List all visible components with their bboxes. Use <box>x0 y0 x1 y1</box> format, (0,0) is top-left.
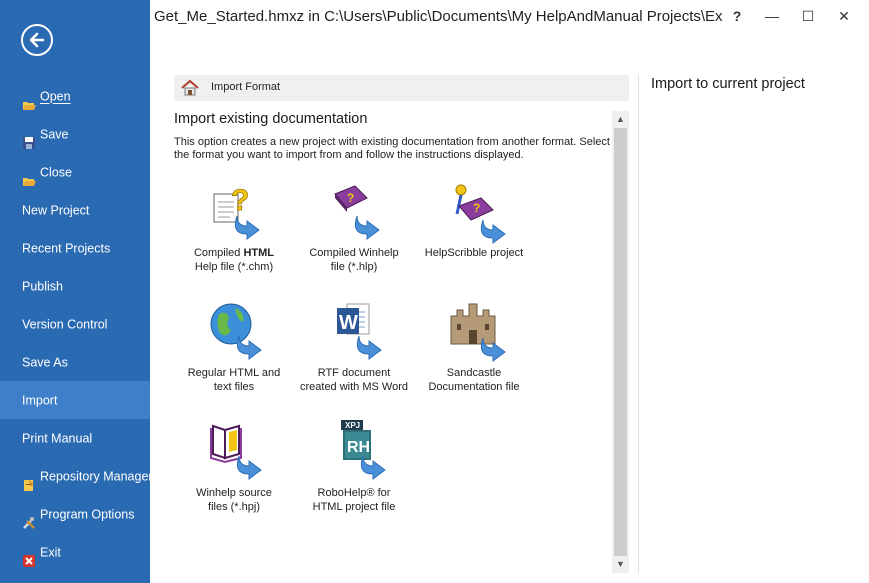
sidebar-item-new-project[interactable]: New Project <box>0 191 150 229</box>
format-robohelp[interactable]: XPJ RH RoboHelp® for HTML project file <box>294 418 414 514</box>
svg-text:W: W <box>339 312 358 334</box>
right-panel-title: Import to current project <box>651 76 805 92</box>
sidebar-item-print-manual[interactable]: Print Manual <box>0 419 150 457</box>
help-button[interactable]: ? <box>720 0 754 32</box>
chm-label-line1: Compiled <box>193 247 244 259</box>
helpscribble-label: HelpScribble project <box>424 247 524 259</box>
scroll-up-icon[interactable]: ▲ <box>612 111 629 128</box>
sidebar-item-import[interactable]: Import <box>0 381 150 419</box>
chm-label-bold: HTML <box>243 247 275 259</box>
hlp-label-line1: Compiled Winhelp <box>309 247 399 259</box>
panel-divider <box>638 75 639 573</box>
hlp-label-line2: file (*.hlp) <box>330 261 378 273</box>
svg-text:?: ? <box>473 201 480 215</box>
format-html[interactable]: Regular HTML and text files <box>174 298 294 394</box>
scroll-down-icon[interactable]: ▼ <box>612 556 629 573</box>
helpscribble-icon: ? <box>439 178 509 244</box>
html-label-line2: text files <box>213 381 255 393</box>
robohelp-icon: XPJ RH <box>319 418 389 484</box>
back-button[interactable] <box>21 24 53 56</box>
hlp-book-icon: ? <box>319 178 389 244</box>
robohelp-label-line2: HTML project file <box>312 501 396 513</box>
sandcastle-label-line1: Sandcastle <box>446 367 502 379</box>
section-title: Import existing documentation <box>174 111 368 127</box>
sidebar-item-save[interactable]: Save <box>0 115 150 153</box>
import-format-header: Import Format <box>174 75 629 101</box>
close-button[interactable]: ✕ <box>827 0 861 32</box>
svg-text:?: ? <box>231 184 249 217</box>
repository-icon <box>22 469 36 491</box>
chm-label-line2: Help file (*.chm) <box>194 261 274 273</box>
sandcastle-label-line2: Documentation file <box>428 381 520 393</box>
svg-text:?: ? <box>347 191 354 205</box>
sidebar-item-close[interactable]: Close <box>0 153 150 191</box>
sidebar-item-open[interactable]: Open <box>0 77 150 115</box>
rtf-label-line2: created with MS Word <box>299 381 408 393</box>
folder-close-icon <box>22 165 36 186</box>
home-icon <box>181 79 199 99</box>
format-helpscribble[interactable]: ? HelpScribble project <box>414 178 534 260</box>
sidebar-item-save-as[interactable]: Save As <box>0 343 150 381</box>
scroll-thumb[interactable] <box>614 128 627 556</box>
sidebar-item-recent-projects[interactable]: Recent Projects <box>0 229 150 267</box>
chm-help-icon: ? <box>199 178 269 244</box>
format-rtf[interactable]: W RTF document created with MS Word <box>294 298 414 394</box>
exit-icon <box>22 545 36 567</box>
robohelp-badge-main: RH <box>347 439 370 456</box>
sidebar-item-publish[interactable]: Publish <box>0 267 150 305</box>
floppy-disk-icon <box>22 127 36 149</box>
sidebar-item-exit[interactable]: Exit <box>0 533 150 571</box>
format-hlp[interactable]: ? Compiled Winhelp file (*.hlp) <box>294 178 414 274</box>
format-hpj[interactable]: Winhelp source files (*.hpj) <box>174 418 294 514</box>
format-sandcastle[interactable]: Sandcastle Documentation file <box>414 298 534 394</box>
sidebar-item-version-control[interactable]: Version Control <box>0 305 150 343</box>
back-arrow-icon <box>29 32 45 48</box>
word-document-icon: W <box>319 298 389 364</box>
rtf-label-line1: RTF document <box>317 367 391 379</box>
format-chm[interactable]: ? Compiled HTML Help file (*.chm) <box>174 178 294 274</box>
section-description: This option creates a new project with e… <box>174 136 610 161</box>
window-title: Get_Me_Started.hmxz in C:\Users\Public\D… <box>154 8 724 25</box>
globe-icon <box>199 298 269 364</box>
vertical-scrollbar[interactable]: ▲ ▼ <box>612 111 629 573</box>
backstage-sidebar: Open Save Close New Project Recent Proje… <box>0 0 153 583</box>
sandcastle-icon <box>439 298 509 364</box>
sidebar-item-repository-manager[interactable]: Repository Manager <box>0 457 153 495</box>
import-format-label: Import Format <box>211 81 281 93</box>
maximize-button[interactable]: ☐ <box>791 0 825 32</box>
tools-icon <box>22 507 36 529</box>
open-book-icon <box>199 418 269 484</box>
folder-open-icon <box>22 89 36 110</box>
robohelp-badge-top: XPJ <box>345 421 360 430</box>
sidebar-item-program-options[interactable]: Program Options <box>0 495 150 533</box>
hpj-label-line1: Winhelp source <box>196 487 272 499</box>
hpj-label-line2: files (*.hpj) <box>208 501 260 513</box>
robohelp-label-line1: RoboHelp® for <box>317 487 391 499</box>
title-bar: Get_Me_Started.hmxz in C:\Users\Public\D… <box>150 0 869 34</box>
html-label-line1: Regular HTML and <box>187 367 281 379</box>
minimize-button[interactable]: — <box>755 0 789 32</box>
